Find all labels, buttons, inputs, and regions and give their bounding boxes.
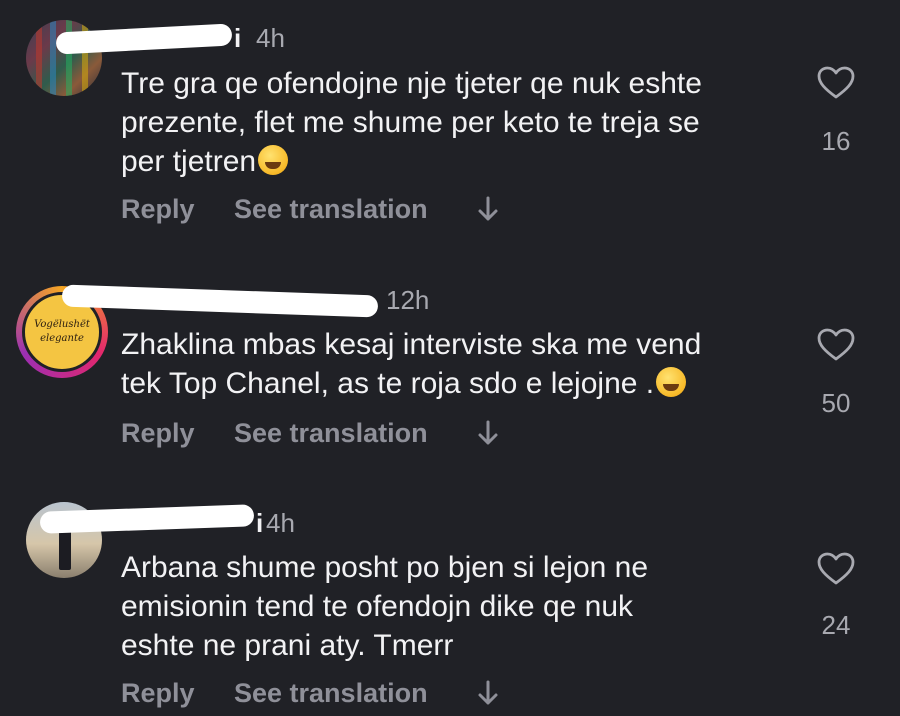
- like-count: 24: [821, 610, 851, 640]
- username[interactable]: i: [256, 508, 263, 539]
- comment-3: i 4h Arbana shume posht po bjen si lejon…: [0, 0, 900, 716]
- see-translation-button[interactable]: See translation: [234, 678, 428, 709]
- arrow-down-icon[interactable]: [477, 678, 499, 708]
- reply-button[interactable]: Reply: [121, 678, 195, 709]
- heart-icon[interactable]: [817, 552, 855, 586]
- comment-text: Arbana shume posht po bjen si lejon ne e…: [121, 551, 649, 662]
- timestamp: 4h: [266, 508, 295, 538]
